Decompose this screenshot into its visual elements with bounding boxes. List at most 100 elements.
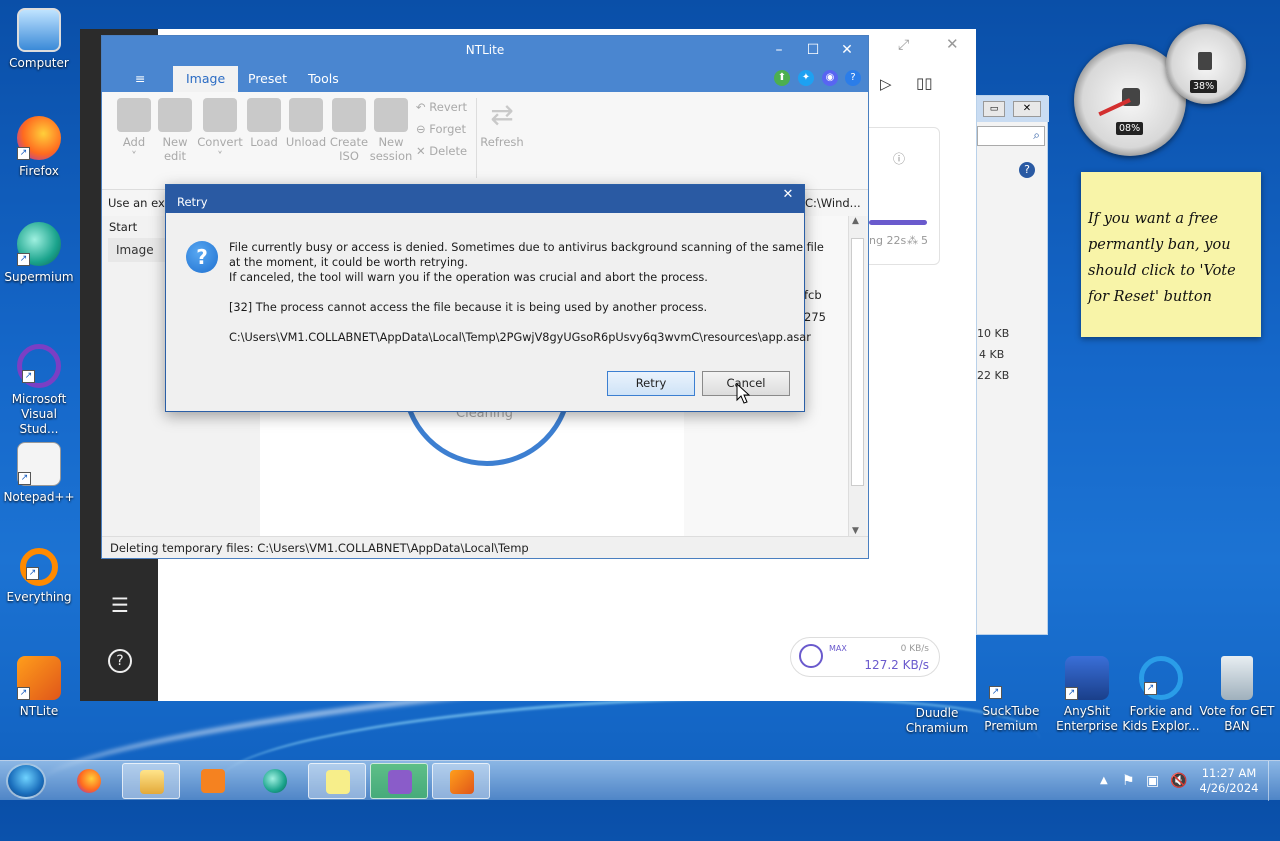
desktop-icon-everything[interactable]: ↗ Everything (0, 548, 78, 605)
taskbar-supermium[interactable] (246, 763, 304, 799)
desktop-icon-supermium[interactable]: ↗ Supermium (0, 222, 78, 285)
sticky-note[interactable]: If you want a free permantly ban, you sh… (1081, 172, 1261, 337)
help-icon[interactable]: ? (845, 70, 861, 86)
maximize-icon[interactable]: ▭ (983, 101, 1005, 117)
ribbon-toolbar: Add ˅ New edit Convert ˅ Load Unload Create… (102, 92, 868, 190)
desktop-icon-duudle[interactable]: Duudle Chramium (898, 706, 976, 736)
desktop-icon-label: SuckTube Premium (982, 704, 1040, 733)
vertical-scrollbar[interactable]: ▲ ▼ (848, 216, 866, 536)
desktop-icon-label: Forkie and Kids Explor... (1122, 704, 1200, 733)
notepadpp-icon: ↗ (17, 442, 61, 486)
show-desktop-button[interactable] (1268, 761, 1280, 801)
sticky-note-text: If you want a free permantly ban, you sh… (1088, 211, 1236, 305)
scrollbar-thumb[interactable] (851, 238, 864, 486)
forget-button[interactable]: ⊖ Forget (416, 122, 466, 136)
desktop-icon-firefox[interactable]: ↗ Firefox (0, 116, 78, 179)
close-button[interactable]: ✕ (830, 36, 864, 64)
dialog-title: Retry (177, 195, 208, 209)
file-size: 10 KB (977, 327, 1010, 340)
desktop-icon-vote[interactable]: Vote for GET BAN (1198, 656, 1276, 734)
menu-icon[interactable]: ≡ (122, 66, 158, 92)
desktop-icon-label: Microsoft Visual Stud... (11, 392, 67, 436)
create-iso-button[interactable]: Create ISO (327, 98, 371, 163)
tab-image[interactable]: Image (173, 66, 239, 92)
settings-sliders-icon[interactable]: ☰ (108, 593, 132, 617)
peers-icon: ⁂ (907, 234, 918, 247)
retry-dialog: Retry ✕ ? File currently busy or access … (165, 184, 824, 412)
desktop-icon-label: NTLite (19, 704, 59, 718)
everything-search-icon: ↗ (20, 548, 58, 586)
desktop-icon-notepadpp[interactable]: ↗ Notepad++ (0, 442, 78, 505)
start-button[interactable] (6, 763, 46, 799)
status-bar: Deleting temporary files: C:\Users\VM1.C… (102, 536, 868, 558)
show-hidden-icons-icon[interactable]: ▲ (1100, 761, 1108, 801)
load-icon (247, 98, 281, 132)
create-iso-label-1: Create (329, 135, 369, 149)
network-icon[interactable]: ▣ (1146, 761, 1159, 801)
refresh-label: Refresh (480, 135, 524, 149)
transfer-card: ⓘ ng 22s ⁂ 5 (858, 127, 940, 265)
ribbon-divider (476, 98, 477, 178)
system-clock[interactable]: 11:27 AM 4/26/2024 (1196, 766, 1262, 796)
scroll-up-icon[interactable]: ▲ (852, 216, 859, 226)
info-icon[interactable]: ⓘ (893, 150, 905, 167)
help-icon[interactable]: ? (1019, 162, 1035, 178)
taskbar-media-player[interactable] (184, 763, 242, 799)
dialog-close-button[interactable]: ✕ (778, 185, 798, 207)
new-session-button[interactable]: New session (369, 98, 413, 163)
retry-button[interactable]: Retry (607, 371, 695, 396)
upload-speed: 0 KB/s (900, 644, 929, 654)
minimize-button[interactable]: – (762, 36, 796, 64)
taskbar-firefox[interactable] (60, 763, 118, 799)
convert-button[interactable]: Convert ˅ (196, 98, 244, 163)
play-icon[interactable]: ▷ (880, 75, 892, 93)
maximize-button[interactable]: ☐ (796, 36, 830, 64)
desktop-icon-forkie[interactable]: ↗ Forkie and Kids Explor... (1122, 656, 1200, 734)
twitter-icon[interactable]: ✦ (798, 70, 814, 86)
help-icon[interactable]: ? (108, 649, 132, 673)
new-session-label-1: New (378, 135, 404, 149)
desktop-icon-anyshit[interactable]: ↗ AnyShit Enterprise (1048, 656, 1126, 734)
tab-preset[interactable]: Preset (235, 66, 300, 92)
revert-button[interactable]: ↶ Revert (416, 100, 467, 114)
unload-label: Unload (285, 135, 327, 149)
clock-date: 4/26/2024 (1199, 781, 1259, 795)
pause-icon[interactable]: ▯▯ (916, 74, 933, 92)
desktop-icon-visual-studio[interactable]: ↗ Microsoft Visual Stud... (0, 344, 78, 437)
supermium-icon: ↗ (17, 222, 61, 266)
delete-button[interactable]: ✕ Delete (416, 144, 467, 158)
taskbar-sticky-notes[interactable] (308, 763, 366, 799)
download-speed: 127.2 KB/s (864, 658, 929, 672)
peers-count: 5 (921, 234, 928, 247)
update-arrow-icon[interactable]: ⬆ (774, 70, 790, 86)
unload-button[interactable]: Unload (284, 98, 328, 149)
close-icon[interactable]: ✕ (946, 35, 959, 53)
new-edit-button[interactable]: New edit (153, 98, 197, 163)
action-center-flag-icon[interactable]: ⚑ (1122, 761, 1135, 801)
desktop-icon-sucktube[interactable]: ↗ SuckTube Premium (972, 656, 1050, 734)
image-path-label: C:\Wind... (805, 196, 861, 210)
add-button[interactable]: Add ˅ (112, 98, 156, 163)
discord-icon[interactable]: ◉ (822, 70, 838, 86)
taskbar-app[interactable] (370, 763, 428, 799)
close-icon[interactable]: ✕ (1013, 101, 1041, 117)
taskbar-ntlite[interactable] (432, 763, 490, 799)
taskbar-explorer[interactable] (122, 763, 180, 799)
desktop-icon-ntlite[interactable]: ↗ NTLite (0, 656, 78, 719)
speed-widget[interactable]: MAX 0 KB/s 127.2 KB/s (790, 637, 940, 677)
convert-label: Convert (197, 135, 243, 149)
explorer-search-input[interactable]: ⌕ (977, 126, 1045, 146)
volume-muted-icon[interactable]: 🔇 (1170, 761, 1187, 801)
load-button[interactable]: Load (242, 98, 286, 149)
delete-icon: ✕ (416, 144, 426, 158)
scroll-down-icon[interactable]: ▼ (852, 526, 859, 536)
dialog-titlebar: Retry ✕ (166, 185, 804, 213)
desktop-icon-label: Duudle Chramium (905, 706, 969, 735)
restore-icon[interactable]: ⤢ (898, 37, 909, 53)
transfer-progress (869, 220, 927, 225)
message-line-3: If canceled, the tool will warn you if t… (229, 271, 708, 284)
tab-tools[interactable]: Tools (295, 66, 352, 92)
refresh-button[interactable]: ⇄ Refresh (480, 98, 524, 149)
desktop-icon-computer[interactable]: Computer (0, 8, 78, 71)
refresh-icon: ⇄ (490, 98, 514, 131)
